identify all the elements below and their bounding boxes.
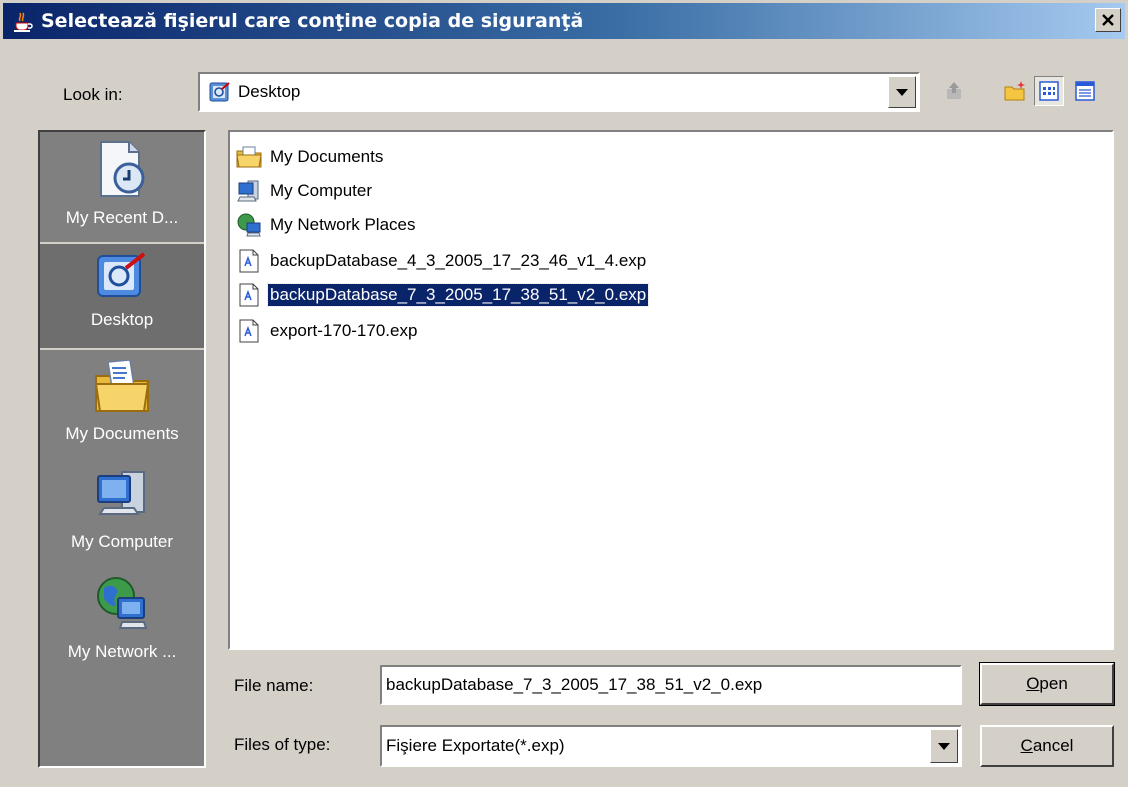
cancel-button-label: Cancel — [1020, 736, 1074, 755]
file-type-combo[interactable]: Fişiere Exportate(*.exp) — [380, 725, 962, 767]
network-icon — [237, 213, 261, 237]
sidebar-item-label: Desktop — [90, 310, 154, 329]
chevron-down-icon — [896, 88, 908, 96]
details-view-icon — [1075, 81, 1095, 101]
look-in-value: Desktop — [208, 74, 300, 110]
new-folder-icon — [1004, 81, 1025, 101]
file-type-dropdown-arrow[interactable] — [930, 729, 958, 763]
list-item[interactable]: backupDatabase_7_3_2005_17_38_51_v2_0.ex… — [236, 280, 650, 310]
sidebar-item-recent[interactable]: My Recent D... — [40, 132, 204, 240]
file-type-label: Files of type: — [234, 735, 331, 754]
list-item[interactable]: backupDatabase_4_3_2005_17_23_46_v1_4.ex… — [236, 246, 648, 276]
computer-icon — [237, 180, 259, 202]
sidebar-item-label: My Documents — [65, 424, 179, 443]
title-bar[interactable]: Selectează fişierul care conţine copia d… — [3, 3, 1125, 39]
sidebar-item-my-computer[interactable]: My Computer — [40, 460, 204, 568]
my-documents-icon — [94, 359, 150, 412]
details-view-button[interactable] — [1070, 76, 1100, 106]
desktop-icon — [209, 82, 230, 102]
up-folder-button[interactable] — [940, 76, 970, 106]
list-item[interactable]: My Network Places — [236, 210, 417, 240]
look-in-label: Look in: — [63, 85, 123, 104]
look-in-text: Desktop — [238, 82, 301, 101]
sidebar-item-label: My Recent D... — [65, 208, 179, 227]
sidebar-item-desktop[interactable]: Desktop — [40, 242, 204, 350]
list-item[interactable]: My Documents — [236, 142, 385, 172]
folder-icon — [236, 146, 262, 168]
cancel-button[interactable]: Cancel — [980, 725, 1114, 767]
look-in-dropdown-arrow[interactable] — [888, 76, 916, 108]
look-in-combo[interactable]: Desktop — [198, 72, 920, 112]
file-name: My Computer — [270, 181, 373, 200]
close-button[interactable] — [1095, 8, 1121, 32]
desktop-icon — [97, 252, 146, 297]
file-type-text: Fişiere Exportate(*.exp) — [386, 736, 565, 755]
file-chooser-dialog: Selectează fişierul care conţine copia d… — [0, 0, 1128, 787]
file-name-field[interactable] — [380, 665, 962, 705]
open-button[interactable]: Open — [979, 662, 1115, 706]
list-item[interactable]: export-170-170.exp — [236, 316, 419, 346]
file-icon — [239, 319, 259, 343]
list-item[interactable]: My Computer — [236, 176, 374, 206]
file-icon — [239, 283, 259, 307]
file-name: My Network Places — [270, 215, 416, 234]
network-places-icon — [97, 577, 148, 629]
file-name: backupDatabase_4_3_2005_17_23_46_v1_4.ex… — [270, 251, 647, 270]
places-sidebar: My Recent D... Desktop My Documents My C… — [38, 130, 206, 768]
file-icon — [239, 249, 259, 273]
chevron-down-icon — [938, 742, 950, 750]
list-view-icon — [1039, 81, 1059, 101]
file-type-value: Fişiere Exportate(*.exp) — [386, 727, 565, 765]
my-computer-icon — [97, 471, 145, 515]
window-title: Selectează fişierul care conţine copia d… — [41, 10, 584, 32]
file-name: backupDatabase_7_3_2005_17_38_51_v2_0.ex… — [266, 283, 650, 307]
sidebar-item-network[interactable]: My Network ... — [40, 568, 204, 676]
file-name: My Documents — [270, 147, 384, 166]
new-folder-button[interactable] — [1000, 76, 1030, 106]
file-name-label: File name: — [234, 676, 314, 695]
sidebar-item-label: My Computer — [70, 532, 174, 551]
sidebar-item-label: My Network ... — [67, 642, 177, 661]
java-cup-icon — [14, 12, 33, 32]
list-view-button[interactable] — [1034, 76, 1064, 106]
file-list[interactable]: My Documents My Computer My Network Plac… — [228, 130, 1114, 650]
sidebar-item-my-documents[interactable]: My Documents — [40, 352, 204, 460]
file-name: export-170-170.exp — [270, 321, 418, 340]
close-icon — [1102, 14, 1114, 26]
recent-documents-icon — [100, 141, 145, 197]
up-folder-icon — [947, 82, 961, 99]
open-button-label: Open — [1026, 674, 1068, 693]
